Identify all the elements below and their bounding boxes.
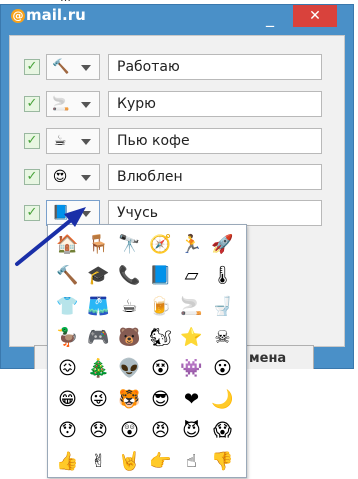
emoji-option-icon[interactable]: 🚀: [209, 231, 236, 258]
emoji-option-icon[interactable]: ❤: [178, 386, 205, 413]
cigarette-icon: 🚬: [52, 96, 70, 112]
emoji-grid: 🏠 🪑 🔭 🧭 🏃 🚀 🔨 🎓 📞 📘 ▱ 🌡 👕 🩳 ☕ 🍺 🚬 🚽 🦆 🎮 🐻 🐿 ⭐ ☠ 😖 🎄 👽 😵 👾 😮 😁 😜 🐯 😎 ❤ 🌙 😯 😞 😲 😠…: [54, 231, 240, 479]
emoji-option-icon[interactable]: 👎: [209, 448, 236, 475]
emoji-option-icon[interactable]: 🏠: [54, 231, 81, 258]
emoji-option-icon[interactable]: 😱: [209, 417, 236, 444]
emoji-option-icon[interactable]: 😁: [54, 386, 81, 413]
coffee-cup-icon: ☕: [53, 133, 67, 149]
emoji-option-icon[interactable]: 😯: [54, 417, 81, 444]
status-3-text-field[interactable]: Пью кофе: [108, 128, 322, 154]
emoji-option-icon[interactable]: 😠: [147, 417, 174, 444]
status-row-3: ✓ ☕ Пью кофе: [24, 126, 344, 156]
emoji-option-icon[interactable]: 🪑: [85, 231, 112, 258]
status-5-text-field[interactable]: Учусь: [108, 200, 322, 226]
status-1-checkbox[interactable]: ✓: [24, 59, 40, 75]
status-4-text-field[interactable]: Влюблен: [108, 164, 322, 190]
emoji-option-icon[interactable]: 🍺: [147, 293, 174, 320]
emoji-option-icon[interactable]: 👽: [116, 355, 143, 382]
emoji-option-icon[interactable]: 🤘: [116, 448, 143, 475]
emoji-option-icon[interactable]: 📘: [147, 262, 174, 289]
status-2-checkbox[interactable]: ✓: [24, 96, 40, 112]
emoji-option-icon[interactable]: 👾: [178, 355, 205, 382]
status-5-icon-picker[interactable]: 📘: [46, 200, 100, 226]
emoji-option-icon[interactable]: 📞: [116, 262, 143, 289]
status-row-4: ✓ 😍 Влюблен: [24, 162, 344, 192]
emoji-option-icon[interactable]: ☕: [116, 293, 143, 320]
logo-text: mail.ru: [26, 6, 86, 24]
emoji-option-icon[interactable]: 😈: [178, 417, 205, 444]
emoji-option-icon[interactable]: 🦆: [54, 324, 81, 351]
emoji-option-icon[interactable]: ✌: [85, 448, 112, 475]
chevron-down-icon: [81, 175, 91, 181]
emoji-option-icon[interactable]: 🚽: [209, 293, 236, 320]
emoji-option-icon[interactable]: 🐻: [116, 324, 143, 351]
status-4-icon-picker[interactable]: 😍: [46, 164, 100, 190]
emoji-option-icon[interactable]: 🏃: [178, 231, 205, 258]
emoji-option-icon[interactable]: ⭐: [178, 324, 205, 351]
status-row-1: ✓ 🔨 Работаю: [24, 52, 344, 82]
emoji-option-icon[interactable]: 🌡: [209, 262, 236, 289]
status-2-icon-picker[interactable]: 🚬: [46, 91, 100, 117]
emoji-option-icon[interactable]: 😎: [147, 386, 174, 413]
emoji-option-icon[interactable]: 😞: [85, 417, 112, 444]
status-4-checkbox[interactable]: ✓: [24, 169, 40, 185]
chevron-down-icon: [81, 211, 91, 217]
emoji-option-icon[interactable]: 🎄: [85, 355, 112, 382]
emoji-option-icon[interactable]: 👍: [54, 448, 81, 475]
status-1-icon-picker[interactable]: 🔨: [46, 54, 100, 80]
emoji-option-icon[interactable]: 🧭: [147, 231, 174, 258]
emoji-option-icon[interactable]: 👕: [54, 293, 81, 320]
title-bar: @ mail.ru _ ✕: [1, 5, 353, 31]
chevron-down-icon: [81, 65, 91, 71]
emoji-option-icon[interactable]: 🎮: [85, 324, 112, 351]
status-3-checkbox[interactable]: ✓: [24, 133, 40, 149]
emoji-option-icon[interactable]: 🚬: [178, 293, 205, 320]
emoji-option-icon[interactable]: ☝: [178, 448, 205, 475]
icon-picker-dropdown: 🏠 🪑 🔭 🧭 🏃 🚀 🔨 🎓 📞 📘 ▱ 🌡 👕 🩳 ☕ 🍺 🚬 🚽 🦆 🎮 🐻 🐿 ⭐ ☠ 😖 🎄 👽 😵 👾 😮 😁 😜 🐯 😎 ❤ 🌙 😯 😞 😲 😠…: [47, 224, 247, 478]
emoji-option-icon[interactable]: 🐯: [116, 386, 143, 413]
emoji-option-icon[interactable]: 🐿: [147, 324, 174, 351]
emoji-option-icon[interactable]: 🩳: [85, 293, 112, 320]
emoji-option-icon[interactable]: 👉: [147, 448, 174, 475]
minimize-button[interactable]: _: [253, 5, 287, 29]
emoji-option-icon[interactable]: 😲: [116, 417, 143, 444]
logo-at-sign: @: [11, 9, 25, 23]
mail-ru-logo: @ mail.ru: [11, 6, 86, 24]
chevron-down-icon: [81, 139, 91, 145]
in-love-smiley-icon: 😍: [52, 169, 68, 185]
emoji-option-icon[interactable]: 😵: [147, 355, 174, 382]
cancel-button[interactable]: мена: [238, 345, 314, 371]
emoji-option-icon[interactable]: 🔨: [54, 262, 81, 289]
emoji-option-icon[interactable]: 🔭: [116, 231, 143, 258]
close-button[interactable]: ✕: [293, 5, 337, 27]
emoji-option-icon[interactable]: 😜: [85, 386, 112, 413]
emoji-option-icon[interactable]: 😖: [54, 355, 81, 382]
status-2-text-field[interactable]: Курю: [108, 91, 322, 117]
squeaky-hammer-icon: 🔨: [52, 59, 70, 75]
emoji-option-icon[interactable]: ▱: [178, 262, 205, 289]
emoji-option-icon[interactable]: 😮: [209, 355, 236, 382]
chevron-down-icon: [81, 102, 91, 108]
status-1-text-field[interactable]: Работаю: [108, 54, 322, 80]
emoji-option-icon[interactable]: 🌙: [209, 386, 236, 413]
emoji-option-icon[interactable]: 🎓: [85, 262, 112, 289]
status-row-2: ✓ 🚬 Курю: [24, 89, 344, 119]
status-5-checkbox[interactable]: ✓: [24, 205, 40, 221]
status-3-icon-picker[interactable]: ☕: [46, 128, 100, 154]
emoji-option-icon[interactable]: ☠: [209, 324, 236, 351]
eraser-icon: 📘: [52, 205, 70, 221]
